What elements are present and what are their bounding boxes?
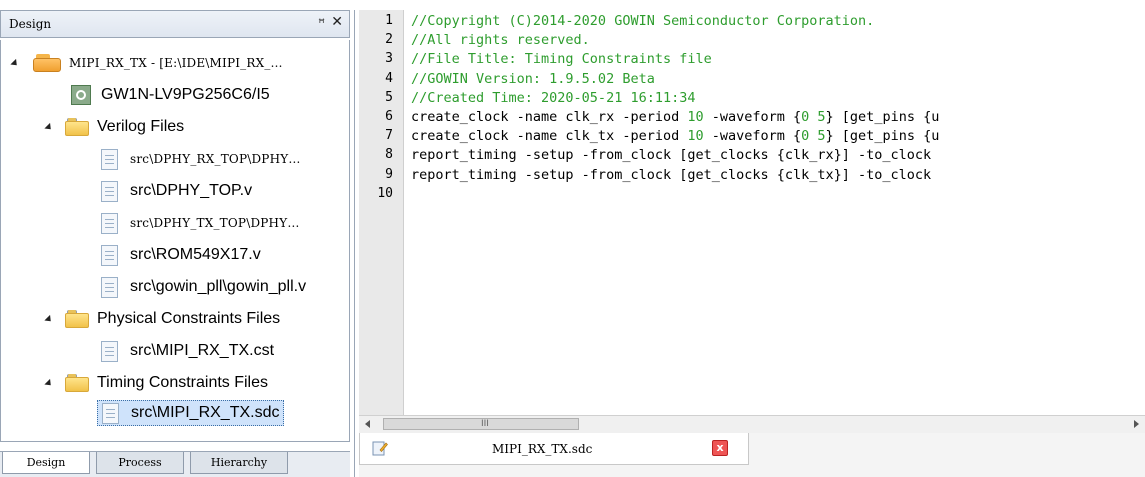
- tree-item-file[interactable]: src\DPHY_RX_TOP\DPHY…: [101, 146, 301, 172]
- horizontal-scrollbar[interactable]: III: [359, 415, 1145, 434]
- close-icon[interactable]: ✕: [331, 14, 343, 30]
- file-icon: [101, 148, 118, 170]
- file-icon: [101, 212, 118, 234]
- line-number: 5: [385, 89, 393, 105]
- tree-item-file-label: src\MIPI_RX_TX.cst: [130, 342, 275, 359]
- line-number: 6: [385, 109, 393, 124]
- code-line[interactable]: //File Title: Timing Constraints file: [411, 51, 712, 67]
- line-number: 2: [385, 32, 393, 48]
- tree-item-file-label: src\gowin_pll\gowin_pll.v: [130, 278, 307, 295]
- code-line[interactable]: //All rights reserved.: [411, 32, 590, 48]
- tree-item-file-label: src\DPHY_TX_TOP\DPHY…: [130, 216, 300, 230]
- expand-arrow-icon[interactable]: [44, 378, 54, 388]
- tree-item-file-label: src\MIPI_RX_TX.sdc: [131, 404, 280, 421]
- line-number: 4: [385, 70, 393, 86]
- document-tab[interactable]: MIPI_RX_TX.sdc x: [359, 433, 749, 465]
- line-number: 9: [385, 166, 393, 182]
- folder-icon: [65, 374, 89, 392]
- tree-item-file-selected[interactable]: src\MIPI_RX_TX.sdc: [97, 400, 285, 426]
- file-icon: [102, 402, 119, 424]
- folder-icon: [65, 118, 89, 136]
- expand-arrow-icon[interactable]: [10, 58, 20, 68]
- code-number: 0 5: [801, 128, 826, 145]
- scroll-left-icon[interactable]: [365, 420, 370, 428]
- line-number: 3: [385, 51, 393, 67]
- tree-item-file-label: src\DPHY_RX_TOP\DPHY…: [130, 152, 301, 166]
- code-area[interactable]: //Copyright (C)2014-2020 GOWIN Semicondu…: [411, 10, 1145, 415]
- code-line[interactable]: //Created Time: 2020-05-21 16:11:34: [411, 90, 695, 106]
- tree-item-physical-folder[interactable]: Physical Constraints Files: [44, 306, 281, 332]
- folder-icon: [65, 310, 89, 328]
- design-panel-header: Design ꟸ ✕: [0, 10, 350, 38]
- document-tab-bar: MIPI_RX_TX.sdc x: [359, 433, 1145, 477]
- document-tab-label: MIPI_RX_TX.sdc: [492, 442, 593, 456]
- scrollbar-thumb[interactable]: III: [383, 418, 579, 430]
- code-line[interactable]: report_timing -setup -from_clock [get_cl…: [411, 167, 931, 183]
- code-line[interactable]: create_clock -name clk_rx -period 10 -wa…: [411, 109, 939, 125]
- expand-arrow-icon[interactable]: [44, 122, 54, 132]
- file-icon: [101, 276, 118, 298]
- code-text: create_clock -name clk_tx -period: [411, 128, 688, 145]
- code-text: report_timing -setup -from_clock [get_cl…: [411, 147, 932, 164]
- code-comment: //GOWIN Version: 1.9.5.02 Beta: [411, 70, 655, 87]
- tab-process[interactable]: Process: [96, 452, 184, 474]
- tree-item-file-label: src\ROM549X17.v: [130, 246, 261, 263]
- design-panel: Design ꟸ ✕ MIPI_RX_TX - [E:\IDE\MIPI_RX_…: [0, 10, 355, 477]
- line-number: 7: [385, 128, 393, 144]
- file-icon: [101, 244, 118, 266]
- tree-item-verilog-folder[interactable]: Verilog Files: [44, 114, 185, 140]
- tree-item-timing-folder[interactable]: Timing Constraints Files: [44, 370, 269, 396]
- code-text: report_timing -setup -from_clock [get_cl…: [411, 166, 932, 183]
- line-number: 10: [377, 185, 393, 201]
- code-text: create_clock -name clk_rx -period: [411, 109, 688, 125]
- code-comment: //Copyright (C)2014-2020 GOWIN Semicondu…: [411, 13, 875, 29]
- code-line[interactable]: report_timing -setup -from_clock [get_cl…: [411, 147, 931, 163]
- code-number: 0 5: [801, 109, 826, 125]
- scroll-right-icon[interactable]: [1134, 420, 1139, 428]
- scrollbar-grip: III: [481, 419, 489, 429]
- code-comment: //File Title: Timing Constraints file: [411, 51, 712, 68]
- line-number: 8: [385, 147, 393, 163]
- code-comment: //All rights reserved.: [411, 32, 590, 49]
- tree-item-project-label: MIPI_RX_TX - [E:\IDE\MIPI_RX_…: [69, 56, 283, 70]
- tree-item-file-label: src\DPHY_TOP.v: [130, 182, 253, 199]
- code-text: -waveform {: [703, 109, 802, 125]
- tree-item-project[interactable]: MIPI_RX_TX - [E:\IDE\MIPI_RX_…: [10, 50, 283, 76]
- code-line[interactable]: //Copyright (C)2014-2020 GOWIN Semicondu…: [411, 13, 874, 29]
- code-text: } [get_pins {u: [825, 109, 940, 125]
- code-editor[interactable]: 1 2 3 4 5 6 7 8 9 10 //Copyright (C)2014-2020 GOW…: [359, 10, 1145, 477]
- device-chip-icon: [71, 85, 91, 105]
- code-line[interactable]: //GOWIN Version: 1.9.5.02 Beta: [411, 71, 655, 87]
- code-comment: //Created Time: 2020-05-21 16:11:34: [411, 89, 696, 106]
- tab-hierarchy[interactable]: Hierarchy: [190, 452, 288, 474]
- design-panel-title: Design: [9, 17, 52, 31]
- tree-item-physical-label: Physical Constraints Files: [97, 310, 281, 327]
- tree-item-file[interactable]: src\ROM549X17.v: [101, 242, 261, 268]
- project-tree: MIPI_RX_TX - [E:\IDE\MIPI_RX_… GW1N-LV9P…: [0, 40, 350, 442]
- tree-item-file[interactable]: src\gowin_pll\gowin_pll.v: [101, 274, 306, 300]
- line-number: 1: [385, 13, 393, 28]
- pin-icon[interactable]: ꟸ: [318, 16, 325, 30]
- panel-tab-bar: Design Process Hierarchy: [0, 451, 350, 477]
- code-number: 10: [687, 109, 704, 125]
- code-number: 10: [687, 128, 704, 145]
- code-text: } [get_pins {u: [825, 128, 940, 145]
- line-number-gutter: 1 2 3 4 5 6 7 8 9 10: [359, 10, 404, 415]
- expand-arrow-icon[interactable]: [44, 314, 54, 324]
- tree-item-device-label: GW1N-LV9PG256C6/I5: [101, 86, 270, 103]
- code-line[interactable]: create_clock -name clk_tx -period 10 -wa…: [411, 128, 939, 144]
- tree-item-verilog-label: Verilog Files: [97, 118, 185, 135]
- close-tab-icon[interactable]: x: [712, 440, 728, 456]
- tree-item-device[interactable]: GW1N-LV9PG256C6/I5: [71, 82, 270, 108]
- edit-document-icon: [372, 441, 388, 456]
- code-text: -waveform {: [703, 128, 802, 145]
- tree-item-timing-label: Timing Constraints Files: [97, 374, 269, 391]
- tree-item-file[interactable]: src\MIPI_RX_TX.cst: [101, 338, 274, 364]
- project-folder-icon: [33, 54, 61, 72]
- tree-item-file[interactable]: src\DPHY_TOP.v: [101, 178, 252, 204]
- file-icon: [101, 340, 118, 362]
- tab-design[interactable]: Design: [2, 452, 90, 474]
- file-icon: [101, 180, 118, 202]
- tree-item-file[interactable]: src\DPHY_TX_TOP\DPHY…: [101, 210, 300, 236]
